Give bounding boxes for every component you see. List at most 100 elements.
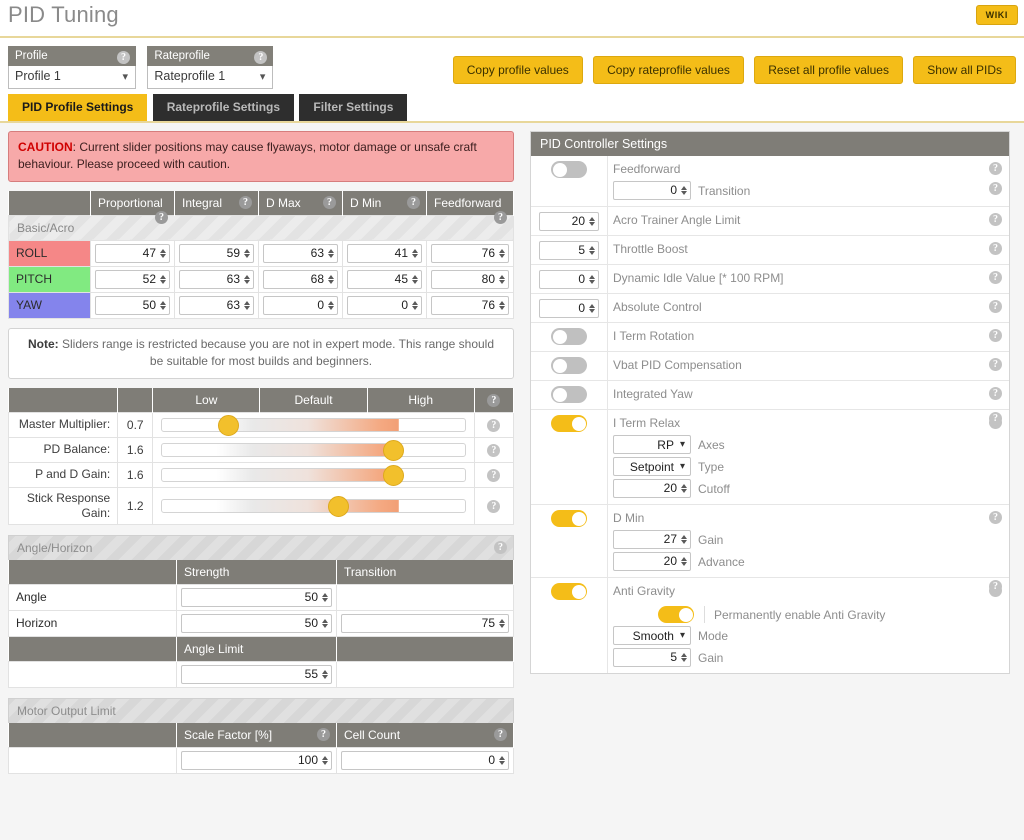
tab-pid-profile-settings[interactable]: PID Profile Settings	[8, 94, 147, 121]
spinner-icon[interactable]	[322, 592, 329, 603]
input-scale-factor[interactable]: 100	[181, 751, 332, 770]
help-icon[interactable]: ?	[989, 387, 1002, 400]
input-roll-i[interactable]: 59	[179, 244, 254, 263]
spinner-icon[interactable]	[589, 245, 596, 256]
spinner-icon[interactable]	[681, 483, 688, 494]
input-horizon-transition[interactable]: 75	[341, 614, 509, 633]
help-icon[interactable]: ?	[317, 728, 330, 741]
input-dynamic-idle-value[interactable]: 0	[539, 270, 599, 289]
spinner-icon[interactable]	[499, 618, 506, 629]
spinner-icon[interactable]	[412, 248, 419, 259]
help-icon[interactable]: ?	[989, 213, 1002, 226]
spinner-icon[interactable]	[499, 755, 506, 766]
input-yaw-p[interactable]: 50	[95, 296, 170, 315]
slider-master-multiplier[interactable]	[161, 416, 466, 433]
spinner-icon[interactable]	[412, 300, 419, 311]
spinner-icon[interactable]	[328, 300, 335, 311]
slider-pd-balance[interactable]	[161, 441, 466, 458]
feedforward-toggle[interactable]	[551, 161, 587, 178]
help-icon[interactable]: ?	[989, 162, 1002, 175]
help-icon[interactable]: ?	[989, 511, 1002, 524]
spinner-icon[interactable]	[499, 274, 506, 285]
help-icon[interactable]: ?	[254, 51, 267, 64]
help-icon[interactable]: ?	[487, 469, 500, 482]
help-icon[interactable]: ?	[487, 394, 500, 407]
help-icon[interactable]: ?	[989, 182, 1002, 195]
help-icon[interactable]: ?	[989, 271, 1002, 284]
input-yaw-dmax[interactable]: 0	[263, 296, 338, 315]
vbat-pid-compensation-toggle[interactable]	[551, 357, 587, 374]
d-min-toggle[interactable]	[551, 510, 587, 527]
input-angle-limit[interactable]: 55	[181, 665, 332, 684]
input-yaw-ff[interactable]: 76	[431, 296, 509, 315]
spinner-icon[interactable]	[681, 534, 688, 545]
help-icon[interactable]: ?	[487, 419, 500, 432]
input-roll-dmax[interactable]: 63	[263, 244, 338, 263]
profile-select[interactable]: Profile 1 ▾	[8, 66, 136, 89]
input-roll-dmin[interactable]: 41	[347, 244, 422, 263]
spinner-icon[interactable]	[244, 248, 251, 259]
spinner-icon[interactable]	[589, 216, 596, 227]
input-pitch-i[interactable]: 63	[179, 270, 254, 289]
help-icon[interactable]: ?	[239, 196, 252, 209]
spinner-icon[interactable]	[499, 248, 506, 259]
help-icon[interactable]: ?	[407, 196, 420, 209]
input-d-min-gain[interactable]: 27	[613, 530, 691, 549]
spinner-icon[interactable]	[681, 185, 688, 196]
slider-thumb[interactable]	[383, 465, 404, 486]
slider-p-and-d-gain[interactable]	[161, 466, 466, 483]
rateprofile-select[interactable]: Rateprofile 1 ▾	[147, 66, 273, 89]
input-pitch-ff[interactable]: 80	[431, 270, 509, 289]
help-icon[interactable]: ?	[989, 358, 1002, 371]
spinner-icon[interactable]	[244, 274, 251, 285]
input-feedforward-transition[interactable]: 0	[613, 181, 691, 200]
spinner-icon[interactable]	[589, 303, 596, 314]
spinner-icon[interactable]	[681, 652, 688, 663]
input-yaw-dmin[interactable]: 0	[347, 296, 422, 315]
tab-filter-settings[interactable]: Filter Settings	[299, 94, 407, 121]
help-icon[interactable]: ?	[487, 444, 500, 457]
help-icon[interactable]: ?	[989, 242, 1002, 255]
integrated-yaw-toggle[interactable]	[551, 386, 587, 403]
input-pitch-dmax[interactable]: 68	[263, 270, 338, 289]
select-anti-gravity-mode[interactable]: Smooth ▾	[613, 626, 691, 645]
spinner-icon[interactable]	[244, 300, 251, 311]
select-iterm-relax-type[interactable]: Setpoint ▾	[613, 457, 691, 476]
input-d-min-advance[interactable]: 20	[613, 552, 691, 571]
tab-rateprofile-settings[interactable]: Rateprofile Settings	[153, 94, 294, 121]
iterm-rotation-toggle[interactable]	[551, 328, 587, 345]
help-icon[interactable]: ?	[989, 329, 1002, 342]
help-icon[interactable]: ?	[989, 300, 1002, 313]
help-icon[interactable]: ?	[494, 211, 507, 224]
help-icon[interactable]: ?	[323, 196, 336, 209]
input-iterm-relax-cutoff[interactable]: 20	[613, 479, 691, 498]
select-iterm-relax-axes[interactable]: RP ▾	[613, 435, 691, 454]
slider-thumb[interactable]	[383, 440, 404, 461]
slider-thumb[interactable]	[218, 415, 239, 436]
help-icon[interactable]: ?	[494, 541, 507, 554]
spinner-icon[interactable]	[322, 755, 329, 766]
spinner-icon[interactable]	[160, 248, 167, 259]
slider-thumb[interactable]	[328, 496, 349, 517]
copy-rateprofile-values-button[interactable]: Copy rateprofile values	[593, 56, 744, 84]
spinner-icon[interactable]	[589, 274, 596, 285]
iterm-relax-toggle[interactable]	[551, 415, 587, 432]
help-icon[interactable]: ?	[989, 580, 1002, 593]
input-angle-strength[interactable]: 50	[181, 588, 332, 607]
spinner-icon[interactable]	[412, 274, 419, 285]
input-cell-count[interactable]: 0	[341, 751, 509, 770]
input-roll-ff[interactable]: 76	[431, 244, 509, 263]
spinner-icon[interactable]	[499, 300, 506, 311]
spinner-icon[interactable]	[322, 618, 329, 629]
input-yaw-i[interactable]: 63	[179, 296, 254, 315]
spinner-icon[interactable]	[322, 669, 329, 680]
input-pitch-p[interactable]: 52	[95, 270, 170, 289]
help-icon[interactable]: ?	[989, 412, 1002, 425]
input-roll-p[interactable]: 47	[95, 244, 170, 263]
reset-all-profile-values-button[interactable]: Reset all profile values	[754, 56, 903, 84]
help-icon[interactable]: ?	[117, 51, 130, 64]
spinner-icon[interactable]	[681, 556, 688, 567]
slider-stick-response-gain[interactable]	[161, 497, 466, 514]
input-throttle-boost[interactable]: 5	[539, 241, 599, 260]
input-acro-trainer-angle-limit[interactable]: 20	[539, 212, 599, 231]
